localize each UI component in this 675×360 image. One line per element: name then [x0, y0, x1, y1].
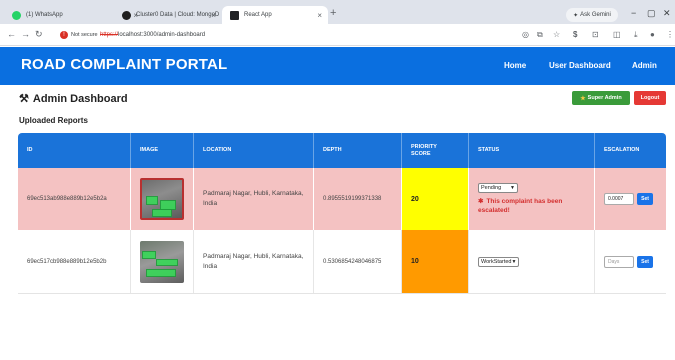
set-button[interactable]: Set — [637, 193, 653, 205]
priority-score: 10 — [402, 230, 469, 293]
escalation-cell: 0.0007 Set — [595, 168, 666, 230]
tab-mongodb[interactable]: Cluster0 Data | Cloud: MongoD × — [114, 6, 222, 24]
not-secure-label: Not secure — [71, 32, 98, 38]
set-button[interactable]: Set — [637, 255, 653, 268]
escalation-message: This complaint has been escalated! — [478, 198, 563, 214]
escalation-cell: Days Set — [595, 230, 666, 293]
section-title: Uploaded Reports — [19, 116, 88, 125]
menu-icon[interactable]: ⋮ — [666, 30, 674, 39]
sparkle-icon: ✦ — [573, 12, 579, 19]
report-depth: 0.5306854248046875 — [314, 230, 402, 293]
location-icon[interactable]: ◎ — [522, 30, 529, 39]
maximize-icon[interactable]: ▢ — [647, 8, 656, 19]
back-icon[interactable]: ← — [7, 29, 16, 39]
url-path: localhost:3000/admin-dashboard — [118, 32, 206, 38]
report-id: 69ec517cb988e889b12e5b2b — [18, 230, 131, 293]
logout-button[interactable]: Logout — [634, 91, 666, 105]
status-value: Pending — [481, 185, 502, 191]
status-select[interactable]: Pending ▼ — [478, 183, 518, 193]
bookmark-star-icon[interactable]: ☆ — [553, 30, 560, 39]
alert-icon: ✱ — [478, 198, 484, 205]
url-protocol: https:// — [100, 32, 119, 38]
tab-label: React App — [244, 12, 272, 18]
escalation-warning: ✱ This complaint has been escalated! — [478, 197, 588, 215]
download-icon[interactable]: ⤓ — [634, 30, 638, 40]
page-title-text: Admin Dashboard — [32, 92, 128, 105]
browser-tab-bar: (1) WhatsApp × Cluster0 Data | Cloud: Mo… — [0, 0, 675, 24]
ask-gemini-label: Ask Gemini — [580, 12, 611, 18]
report-depth: 0.8955519199371338 — [314, 168, 402, 230]
close-icon[interactable]: × — [317, 11, 322, 20]
col-priority-score: PRIORITY SCORE — [402, 133, 469, 168]
tab-label: (1) WhatsApp — [26, 12, 63, 18]
extension-icon[interactable]: $ — [573, 30, 577, 39]
profile-icon[interactable]: ● — [650, 30, 655, 39]
col-status: STATUS — [469, 133, 595, 168]
status-cell: Pending ▼ ✱ This complaint has been escal… — [469, 168, 595, 230]
pothole-image[interactable] — [140, 240, 184, 283]
new-tab-button[interactable]: + — [330, 7, 336, 19]
reload-icon[interactable]: ↻ — [35, 29, 43, 40]
translate-icon[interactable]: ⧉ — [537, 30, 543, 40]
table-row: 69ec517cb988e889b12e5b2b Padmaraj Nagar,… — [18, 230, 666, 294]
forward-icon[interactable]: → — [21, 29, 30, 39]
priority-score: 20 — [402, 168, 469, 230]
super-admin-button[interactable]: ★ Super Admin — [572, 91, 630, 105]
app-navbar: ROAD COMPLAINT PORTAL Home User Dashboar… — [0, 47, 675, 85]
sidebar-icon[interactable]: ◫ — [613, 30, 621, 39]
whatsapp-icon — [12, 10, 21, 20]
escalation-input[interactable]: 0.0007 — [604, 193, 634, 205]
status-cell: WorkStarted ▼ — [469, 230, 595, 293]
page-title: ⚒ Admin Dashboard — [19, 92, 128, 106]
status-select[interactable]: WorkStarted ▼ — [478, 256, 519, 267]
super-admin-label: Super Admin — [587, 95, 622, 101]
col-image: IMAGE — [131, 133, 194, 168]
escalation-input[interactable]: Days — [604, 255, 634, 268]
nav-admin[interactable]: Admin — [632, 61, 657, 70]
chevron-down-icon: ▼ — [511, 258, 517, 265]
chevron-down-icon: ▼ — [510, 185, 515, 191]
col-location: LOCATION — [194, 133, 314, 168]
image-cell — [131, 168, 194, 230]
report-location: Padmaraj Nagar, Hubli, Karnataka, India — [194, 168, 314, 230]
pothole-image[interactable] — [140, 178, 184, 220]
star-icon: ★ — [580, 95, 586, 102]
col-id: ID — [18, 133, 131, 168]
col-depth: DEPTH — [314, 133, 402, 168]
tab-label: Cluster0 Data | Cloud: MongoD — [136, 12, 220, 18]
tools-icon: ⚒ — [19, 93, 29, 105]
table-row: 69ec513ab988e889b12e5b2a Padmaraj Nagar,… — [18, 168, 666, 230]
image-cell — [131, 230, 194, 293]
close-icon[interactable]: × — [211, 11, 216, 20]
warning-icon: ! — [60, 31, 68, 39]
nav-user-dashboard[interactable]: User Dashboard — [549, 61, 611, 70]
address-bar: ← → ↻ ! Not secure https://localhost:300… — [0, 24, 675, 46]
report-location: Padmaraj Nagar, Hubli, Karnataka, India — [194, 230, 314, 293]
col-escalation: ESCALATION — [604, 147, 640, 153]
url-field[interactable]: https://localhost:3000/admin-dashboard — [100, 32, 205, 38]
close-window-icon[interactable]: ✕ — [663, 8, 671, 19]
puzzle-icon[interactable]: ⊡ — [592, 30, 599, 39]
tab-react-app[interactable]: React App × — [222, 6, 328, 24]
status-value: WorkStarted — [481, 258, 512, 265]
not-secure-badge[interactable]: ! Not secure — [60, 29, 98, 41]
table-header: ID IMAGE LOCATION DEPTH PRIORITY SCORE S… — [18, 133, 666, 168]
brand-title[interactable]: ROAD COMPLAINT PORTAL — [21, 56, 227, 73]
minimize-icon[interactable]: − — [631, 8, 636, 18]
ask-gemini-button[interactable]: ✦ Ask Gemini — [566, 8, 618, 22]
mongodb-icon — [122, 10, 131, 20]
nav-home[interactable]: Home — [504, 61, 526, 70]
report-id: 69ec513ab988e889b12e5b2a — [18, 168, 131, 230]
react-app-icon — [230, 10, 239, 20]
